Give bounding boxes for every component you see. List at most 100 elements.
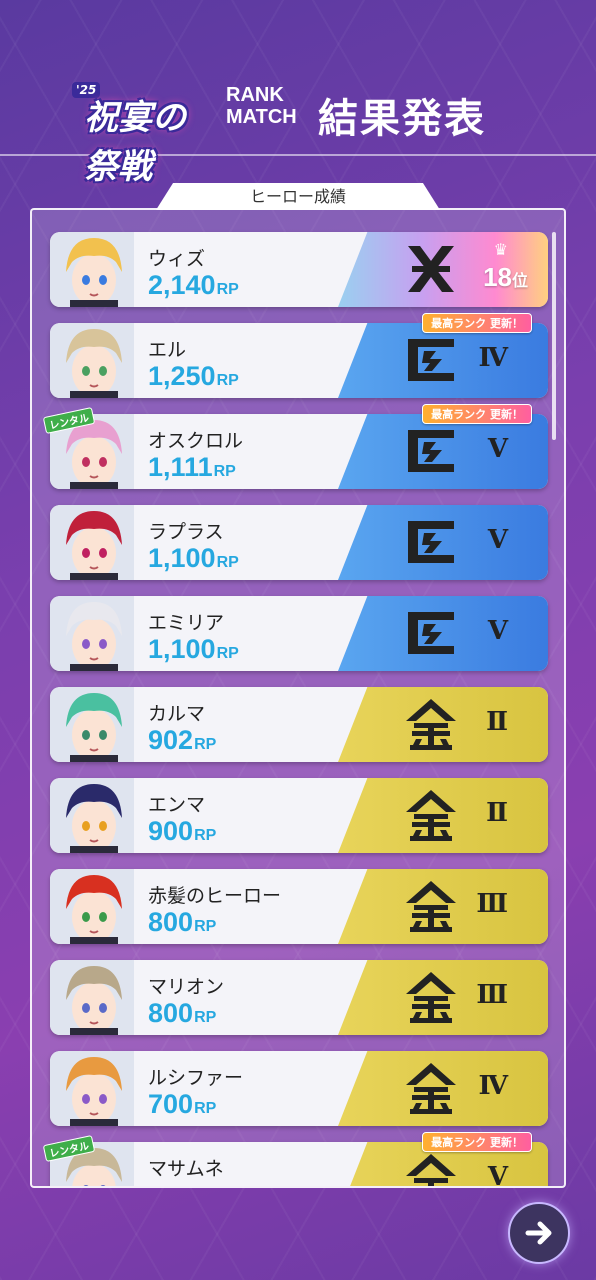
hero-name: マサムネ (148, 1158, 224, 1180)
rank-tier: Ⅲ (476, 980, 508, 1010)
hero-name: エル (148, 339, 187, 361)
hero-rp: 1,100RP (148, 634, 239, 665)
gold-emblem-icon (402, 968, 460, 1026)
hero-row[interactable]: 赤髪のヒーロー 800RP Ⅲ (50, 869, 548, 944)
master-emblem-icon (402, 331, 460, 389)
gold-emblem-icon (402, 786, 460, 844)
rp-unit: RP (213, 463, 236, 480)
arrow-right-icon (525, 1221, 552, 1245)
rp-unit: RP (216, 281, 239, 298)
best-rank-updated-badge: 最高ランク 更新！ (422, 1132, 532, 1152)
rank-tier: Ⅴ (487, 616, 508, 646)
panel-tab: ヒーロー成績 (156, 183, 440, 210)
hero-avatar (50, 232, 134, 307)
hero-avatar (50, 505, 134, 580)
hero-rp: 2,140RP (148, 270, 239, 301)
hero-name: マリオン (148, 976, 225, 998)
hero-row[interactable]: エミリア 1,100RP Ⅴ (50, 596, 548, 671)
hero-rp: 1,111RP (148, 452, 236, 483)
rank-position: 18位 (483, 262, 528, 293)
rp-value: 800 (148, 998, 194, 1028)
hero-name: 赤髪のヒーロー (148, 885, 282, 907)
x-emblem-icon (402, 240, 460, 298)
best-rank-updated-badge: 最高ランク 更新！ (422, 313, 532, 333)
crown-icon: ♛ (493, 240, 508, 259)
rp-unit: RP (194, 1100, 217, 1117)
hero-results-panel[interactable]: ウィズ 2,140RP ♛ 18位 エル 1,250RP Ⅳ 最高ランク 更新！ レンタル オスク… (30, 208, 566, 1188)
hero-name: カルマ (148, 703, 206, 725)
rp-value: 900 (148, 816, 194, 846)
hero-row[interactable]: マリオン 800RP Ⅲ (50, 960, 548, 1035)
master-emblem-icon (402, 513, 460, 571)
page-title: 結果発表 (318, 96, 486, 142)
gold-emblem-icon (402, 877, 460, 935)
scrollbar[interactable] (552, 232, 556, 440)
hero-rp: 800RP (148, 998, 216, 1029)
hero-avatar (50, 869, 134, 944)
hero-row[interactable]: ウィズ 2,140RP ♛ 18位 (50, 232, 548, 307)
hero-rp: 1,250RP (148, 361, 239, 392)
hero-row[interactable]: レンタル マサムネ Ⅴ 最高ランク 更新！ (42, 1132, 548, 1188)
hero-rp: 1,100RP (148, 543, 239, 574)
best-rank-updated-badge: 最高ランク 更新！ (422, 404, 532, 424)
hero-avatar (50, 1051, 134, 1126)
rank-tier: Ⅴ (487, 1162, 508, 1188)
event-logo: '25 祝宴の祭戦 (72, 68, 212, 187)
rp-value: 1,100 (148, 634, 216, 664)
hero-row[interactable]: ラプラス 1,100RP Ⅴ (50, 505, 548, 580)
gold-emblem-icon (402, 1150, 460, 1186)
hero-avatar (50, 323, 134, 398)
hero-rp: 800RP (148, 907, 216, 938)
hero-name: エミリア (148, 612, 225, 634)
hero-name: ルシファー (148, 1067, 244, 1089)
rp-unit: RP (194, 827, 217, 844)
hero-rp: 700RP (148, 1089, 216, 1120)
master-emblem-icon (402, 422, 460, 480)
hero-list[interactable]: ウィズ 2,140RP ♛ 18位 エル 1,250RP Ⅳ 最高ランク 更新！ レンタル オスク… (42, 232, 548, 1188)
hero-name: ウィズ (148, 248, 206, 270)
hero-name: ラプラス (148, 521, 224, 543)
master-emblem-icon (402, 604, 460, 662)
rank-tier: Ⅱ (486, 707, 508, 737)
hero-avatar (50, 687, 134, 762)
rank-match-line2: MATCH (226, 106, 297, 128)
hero-row[interactable]: カルマ 902RP Ⅱ (50, 687, 548, 762)
hero-avatar (50, 596, 134, 671)
rp-value: 700 (148, 1089, 194, 1119)
next-button[interactable] (508, 1202, 570, 1264)
rp-value: 1,100 (148, 543, 216, 573)
header: '25 祝宴の祭戦 RANK MATCH 結果発表 (0, 60, 596, 187)
hero-name: エンマ (148, 794, 206, 816)
rank-tier: Ⅳ (478, 343, 508, 373)
hero-row[interactable]: エル 1,250RP Ⅳ 最高ランク 更新！ (50, 313, 548, 398)
rank-tier: Ⅴ (487, 434, 508, 464)
hero-row[interactable]: ルシファー 700RP Ⅳ (50, 1051, 548, 1126)
rank-tier: Ⅱ (486, 798, 508, 828)
rp-unit: RP (194, 1009, 217, 1026)
rank-tier: Ⅳ (478, 1071, 508, 1101)
rp-value: 2,140 (148, 270, 216, 300)
rank-position-suffix: 位 (511, 273, 528, 290)
hero-avatar (50, 778, 134, 853)
rp-unit: RP (194, 736, 217, 753)
hero-row[interactable]: レンタル オスクロル 1,111RP Ⅴ 最高ランク 更新！ (42, 404, 548, 489)
rp-unit: RP (216, 554, 239, 571)
gold-emblem-icon (402, 1059, 460, 1117)
rank-match-line1: RANK (226, 84, 284, 106)
rank-position-value: 18 (483, 262, 512, 292)
rank-tier: Ⅲ (476, 889, 508, 919)
hero-rp: 900RP (148, 816, 216, 847)
hero-rp: 902RP (148, 725, 216, 756)
rp-value: 1,250 (148, 361, 216, 391)
rp-unit: RP (194, 918, 217, 935)
gold-emblem-icon (402, 695, 460, 753)
hero-row[interactable]: エンマ 900RP Ⅱ (50, 778, 548, 853)
rp-value: 902 (148, 725, 194, 755)
rp-unit: RP (216, 372, 239, 389)
rp-value: 1,111 (148, 452, 213, 482)
rp-value: 800 (148, 907, 194, 937)
rank-match-label: RANK MATCH (226, 84, 297, 128)
hero-avatar (50, 960, 134, 1035)
rp-unit: RP (216, 645, 239, 662)
rank-tier: Ⅴ (487, 525, 508, 555)
